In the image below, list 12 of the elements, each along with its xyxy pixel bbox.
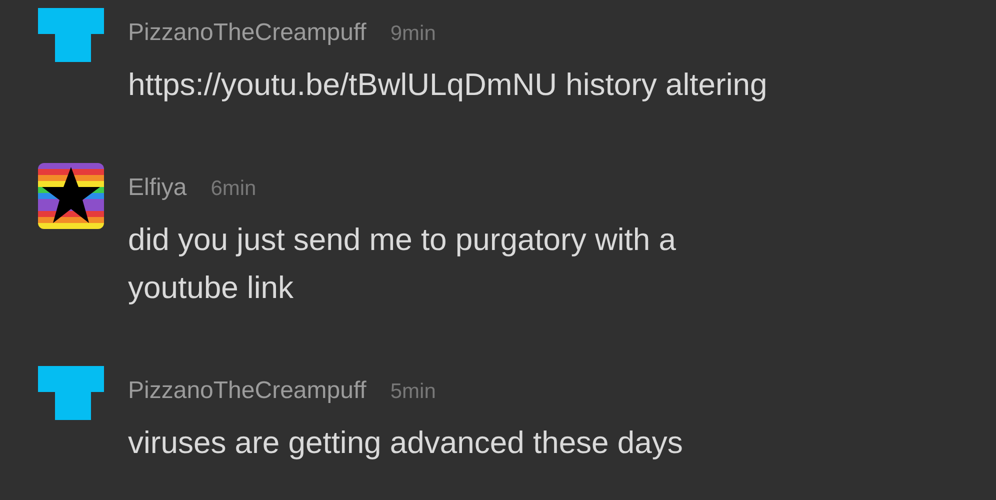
author-name[interactable]: Elfiya (128, 168, 187, 208)
timestamp: 5min (390, 379, 436, 405)
t-shape-avatar (38, 366, 104, 420)
star-avatar (38, 163, 104, 229)
message-text: viruses are getting advanced these days (128, 424, 683, 462)
author-name[interactable]: PizzanoTheCreampuff (128, 371, 366, 411)
message-text: did you just send me to purgatory with a youtube link (128, 221, 676, 307)
timestamp: 6min (210, 176, 256, 202)
message-text: https://youtu.be/tBwlULqDmNU history altering (128, 66, 768, 104)
timestamp: 9min (390, 21, 436, 47)
author-name[interactable]: PizzanoTheCreampuff (128, 13, 366, 53)
t-shape-avatar (38, 8, 104, 62)
